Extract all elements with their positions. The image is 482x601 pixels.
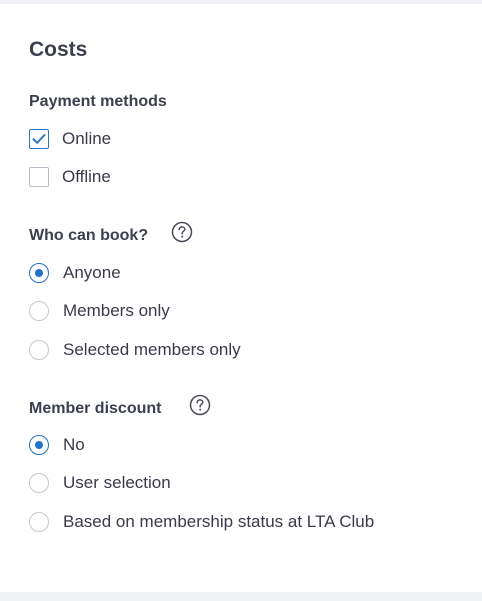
payment-methods-heading: Payment methods [29, 93, 167, 110]
costs-panel: Costs Payment methods Online Offline Who… [0, 4, 482, 592]
question-circle-icon[interactable] [171, 221, 193, 243]
members-only-radio[interactable] [29, 301, 49, 321]
offline-label: Offline [62, 167, 111, 186]
no-discount-radio[interactable] [29, 435, 49, 455]
member-discount-no-row[interactable]: No [29, 434, 85, 456]
who-can-book-heading: Who can book? [29, 227, 149, 244]
online-label: Online [62, 129, 112, 148]
page-title: Costs [29, 38, 88, 61]
offline-checkbox[interactable] [29, 167, 49, 187]
user-selection-radio[interactable] [29, 473, 49, 493]
member-discount-user-selection-row[interactable]: User selection [29, 472, 171, 494]
payment-online-checkbox-row[interactable]: Online [29, 128, 111, 150]
who-can-book-selected-members-row[interactable]: Selected members only [29, 339, 241, 361]
who-can-book-members-only-row[interactable]: Members only [29, 300, 170, 322]
no-discount-label: No [63, 435, 85, 454]
check-icon [32, 134, 46, 144]
member-discount-heading: Member discount [29, 400, 162, 417]
question-circle-icon[interactable] [189, 394, 211, 416]
anyone-radio[interactable] [29, 263, 49, 283]
selected-members-only-label: Selected members only [63, 340, 241, 359]
selected-members-only-radio[interactable] [29, 340, 49, 360]
membership-status-label: Based on membership status at LTA Club [63, 512, 375, 531]
payment-offline-checkbox-row[interactable]: Offline [29, 166, 111, 188]
anyone-label: Anyone [63, 263, 121, 282]
membership-status-radio[interactable] [29, 512, 49, 532]
who-can-book-anyone-row[interactable]: Anyone [29, 262, 121, 284]
online-checkbox[interactable] [29, 129, 49, 149]
member-discount-membership-status-row[interactable]: Based on membership status at LTA Club [29, 511, 374, 533]
user-selection-label: User selection [63, 473, 171, 492]
members-only-label: Members only [63, 301, 170, 320]
